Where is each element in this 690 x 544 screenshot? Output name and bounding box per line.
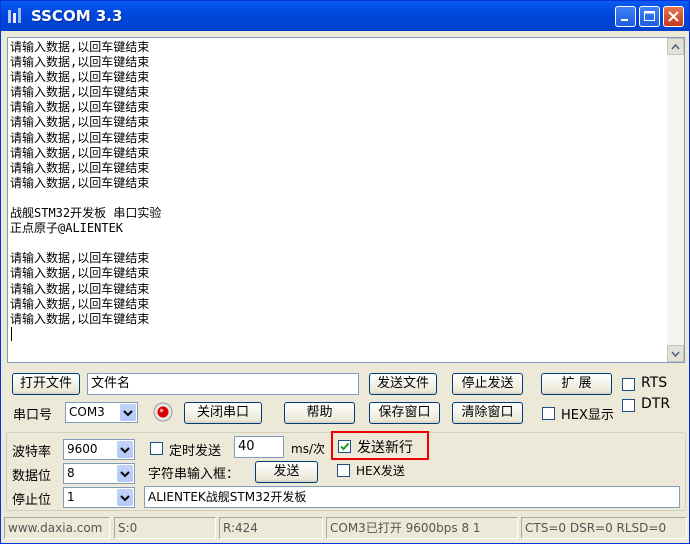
port-select[interactable]: COM3 xyxy=(65,402,138,423)
status-website[interactable]: www.daxia.com xyxy=(4,517,110,539)
maximize-icon xyxy=(644,11,655,21)
save-window-button[interactable]: 保存窗口 xyxy=(369,402,440,424)
data-bits-value: 8 xyxy=(67,466,75,480)
status-line-signals: CTS=0 DSR=0 RLSD=0 xyxy=(521,517,687,539)
receive-line xyxy=(10,236,664,251)
receive-line: 请输入数据,以回车键结束 xyxy=(10,55,150,70)
input-box-label: 字符串输入框： xyxy=(148,467,240,482)
app-icon xyxy=(8,8,21,23)
chevron-down-icon xyxy=(671,351,680,358)
send-button[interactable]: 发送 xyxy=(255,461,318,483)
dropdown-button[interactable] xyxy=(117,489,133,506)
app-window: SSCOM 3.3 请输入数据,以回车键结束 请输入数据,以回车键结束 请输入数据,… xyxy=(0,0,690,544)
receive-line: 请输入数据,以回车键结束 xyxy=(10,100,150,115)
help-button[interactable]: 帮助 xyxy=(284,402,355,424)
hex-display-checkbox[interactable] xyxy=(542,407,555,420)
timed-send-label: 定时发送 xyxy=(169,444,222,459)
receive-line: 请输入数据,以回车键结束 xyxy=(10,40,150,54)
close-icon xyxy=(668,11,679,22)
dropdown-button[interactable] xyxy=(117,441,133,458)
status-port-info: COM3已打开 9600bps 8 1 xyxy=(326,517,518,539)
stop-bits-label: 停止位 xyxy=(12,493,52,508)
receive-line: 请输入数据,以回车键结束 xyxy=(10,70,150,85)
open-file-button[interactable]: 打开文件 xyxy=(12,373,80,395)
clear-window-button[interactable]: 清除窗口 xyxy=(452,402,523,424)
stop-bits-select[interactable]: 1 xyxy=(63,487,135,508)
receive-line: 请输入数据,以回车键结束 xyxy=(10,281,150,296)
chevron-down-icon xyxy=(120,471,130,478)
send-file-button[interactable]: 发送文件 xyxy=(369,373,437,395)
status-received-count: R:424 xyxy=(219,517,323,539)
chevron-down-icon xyxy=(120,495,130,502)
hex-send-checkbox[interactable] xyxy=(337,464,350,477)
close-port-button[interactable]: 关闭串口 xyxy=(184,402,262,424)
port-value: COM3 xyxy=(69,405,105,419)
status-bar: www.daxia.com S:0 R:424 COM3已打开 9600bps … xyxy=(1,514,689,543)
vertical-scrollbar[interactable] xyxy=(667,38,684,362)
receive-line: 请输入数据,以回车键结束 xyxy=(10,296,150,311)
port-status-indicator-icon xyxy=(153,402,173,422)
rts-checkbox[interactable] xyxy=(622,378,635,391)
data-bits-label: 数据位 xyxy=(12,469,52,484)
receive-line: 请输入数据,以回车键结束 xyxy=(10,266,150,281)
close-button[interactable] xyxy=(663,6,684,27)
highlight-box xyxy=(331,431,429,460)
dtr-checkbox[interactable] xyxy=(622,399,635,412)
status-sent-count: S:0 xyxy=(114,517,216,539)
title-bar: SSCOM 3.3 xyxy=(1,1,689,31)
hex-send-label: HEX发送 xyxy=(356,464,405,478)
receive-line: 战舰STM32开发板 串口实验 xyxy=(10,206,162,221)
minimize-button[interactable] xyxy=(615,6,636,27)
file-name-input[interactable]: 文件名 xyxy=(87,373,359,395)
dropdown-button[interactable] xyxy=(120,404,136,421)
receive-line: 请输入数据,以回车键结束 xyxy=(10,311,150,326)
scroll-up-button[interactable] xyxy=(667,38,684,55)
baud-value: 9600 xyxy=(67,442,98,456)
port-label: 串口号 xyxy=(13,408,53,423)
baud-select[interactable]: 9600 xyxy=(63,439,135,460)
receive-line: 请输入数据,以回车键结束 xyxy=(10,251,150,266)
rts-label: RTS xyxy=(641,375,668,391)
text-caret xyxy=(11,327,12,341)
receive-line: 请输入数据,以回车键结束 xyxy=(10,85,150,100)
receive-text: 请输入数据,以回车键结束 请输入数据,以回车键结束 请输入数据,以回车键结束 请输入数… xyxy=(10,40,664,327)
send-text-input[interactable]: ALIENTEK战舰STM32开发板 xyxy=(144,486,680,508)
scroll-down-button[interactable] xyxy=(667,345,684,362)
receive-line: 请输入数据,以回车键结束 xyxy=(10,145,150,160)
receive-line: 请输入数据,以回车键结束 xyxy=(10,160,150,175)
maximize-button[interactable] xyxy=(639,6,660,27)
expand-button[interactable]: 扩 展 xyxy=(541,373,612,395)
window-title: SSCOM 3.3 xyxy=(31,7,123,25)
minimize-icon xyxy=(621,19,628,21)
timed-send-checkbox[interactable] xyxy=(150,442,163,455)
chevron-up-icon xyxy=(671,43,680,50)
receive-line: 正点原子@ALIENTEK xyxy=(10,221,124,236)
receive-line xyxy=(10,191,664,206)
interval-input[interactable]: 40 xyxy=(234,436,284,458)
hex-display-label: HEX显示 xyxy=(561,408,614,423)
stop-send-button[interactable]: 停止发送 xyxy=(452,373,523,395)
receive-line: 请输入数据,以回车键结束 xyxy=(10,130,150,145)
stop-bits-value: 1 xyxy=(67,490,75,504)
interval-unit-label: ms/次 xyxy=(291,442,325,456)
dtr-label: DTR xyxy=(641,396,671,412)
chevron-down-icon xyxy=(120,447,130,454)
receive-line: 请输入数据,以回车键结束 xyxy=(10,115,150,130)
chevron-down-icon xyxy=(123,410,133,417)
receive-area[interactable]: 请输入数据,以回车键结束 请输入数据,以回车键结束 请输入数据,以回车键结束 请输入数… xyxy=(7,37,685,363)
dropdown-button[interactable] xyxy=(117,465,133,482)
baud-label: 波特率 xyxy=(12,445,52,460)
data-bits-select[interactable]: 8 xyxy=(63,463,135,484)
receive-line: 请输入数据,以回车键结束 xyxy=(10,175,150,190)
